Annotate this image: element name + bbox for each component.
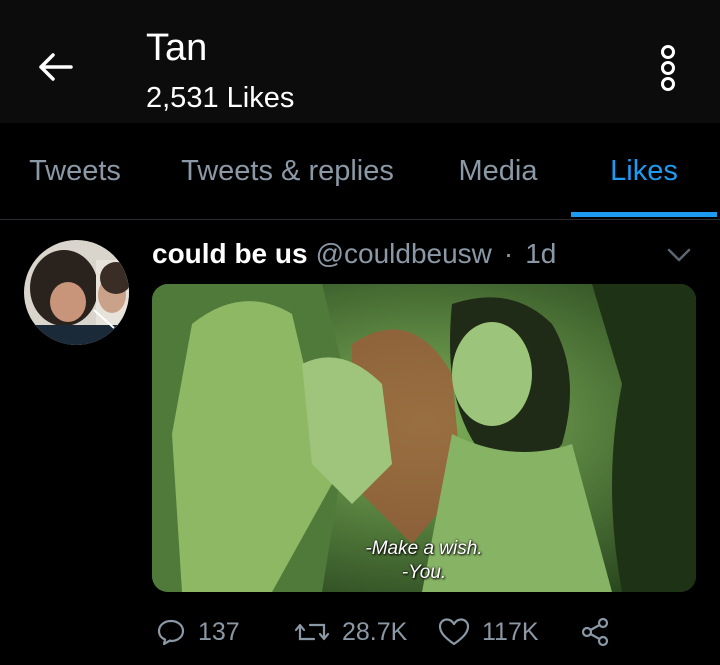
likes-count: 2,531 Likes bbox=[146, 82, 295, 114]
tab-media[interactable]: Media bbox=[425, 123, 571, 219]
media-subtitle-line-2: -You. bbox=[401, 562, 447, 583]
more-vertical-icon bbox=[661, 45, 675, 91]
retweet-button[interactable]: 28.7K bbox=[294, 612, 407, 652]
back-button[interactable] bbox=[30, 44, 80, 90]
separator-dot: · bbox=[503, 238, 514, 269]
back-arrow-icon bbox=[39, 53, 73, 81]
tweet-media-image[interactable]: -Make a wish. -You. bbox=[152, 284, 696, 592]
tab-tweets[interactable]: Tweets bbox=[0, 123, 150, 219]
share-icon bbox=[581, 617, 609, 647]
like-button[interactable]: 117K bbox=[438, 612, 539, 652]
tweet-actions: 137 28.7K 117K bbox=[152, 612, 712, 652]
reply-icon bbox=[157, 619, 185, 646]
tab-likes[interactable]: Likes bbox=[571, 123, 717, 219]
share-button[interactable] bbox=[580, 612, 610, 652]
more-button[interactable] bbox=[646, 36, 690, 100]
profile-tabs: Tweets Tweets & replies Media Likes bbox=[0, 123, 720, 220]
tweet-options-button[interactable] bbox=[664, 244, 694, 266]
tab-tweets-replies[interactable]: Tweets & replies bbox=[150, 123, 425, 219]
author-name[interactable]: could be us bbox=[152, 238, 308, 270]
profile-header: Tan 2,531 Likes bbox=[0, 0, 720, 123]
active-tab-indicator bbox=[571, 212, 717, 217]
tweet-header: could be us @couldbeusw · 1d bbox=[152, 234, 556, 274]
retweet-icon bbox=[294, 623, 330, 641]
author-handle[interactable]: @couldbeusw bbox=[316, 238, 492, 270]
media-subtitle-line-1: -Make a wish. bbox=[365, 538, 483, 559]
reply-count: 137 bbox=[198, 617, 240, 646]
chevron-down-icon bbox=[667, 248, 691, 262]
page-title: Tan bbox=[146, 27, 208, 69]
tweet-timestamp[interactable]: 1d bbox=[525, 238, 556, 270]
like-count: 117K bbox=[482, 617, 539, 646]
like-icon bbox=[438, 618, 470, 646]
avatar[interactable] bbox=[24, 240, 129, 345]
retweet-count: 28.7K bbox=[342, 617, 408, 646]
reply-button[interactable]: 137 bbox=[156, 612, 240, 652]
